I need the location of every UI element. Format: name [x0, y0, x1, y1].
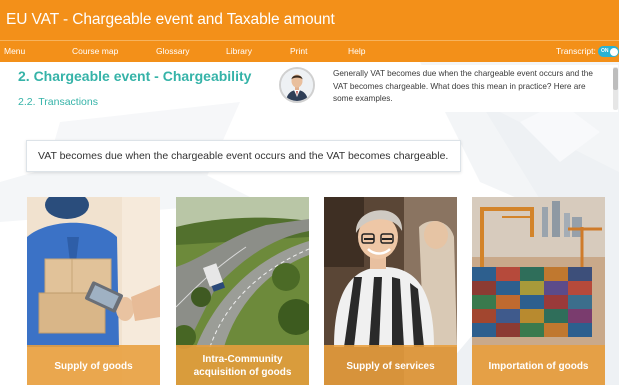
- transcript-toggle[interactable]: ON: [598, 46, 619, 57]
- card-label: Supply of goods: [54, 360, 133, 372]
- card-label: Importation of goods: [488, 360, 589, 372]
- app-title: EU VAT - Chargeable event and Taxable am…: [6, 11, 335, 28]
- transcript-scrollbar[interactable]: [613, 67, 618, 110]
- menu-item-print[interactable]: Print: [290, 46, 307, 57]
- card-label-band: Importation of goods: [472, 345, 605, 385]
- menu-item-menu[interactable]: Menu: [4, 46, 25, 57]
- card-label-band: Supply of services: [324, 345, 457, 385]
- menu-item-glossary[interactable]: Glossary: [156, 46, 190, 57]
- card-supply-of-goods[interactable]: Supply of goods: [27, 197, 160, 385]
- transcript-panel: Generally VAT becomes due when the charg…: [330, 65, 618, 112]
- card-supply-of-services[interactable]: Supply of services: [324, 197, 457, 385]
- menu-item-course-map[interactable]: Course map: [72, 46, 118, 57]
- menu-item-help[interactable]: Help: [348, 46, 365, 57]
- main-content: 2. Chargeable event - Chargeability 2.2.…: [0, 62, 619, 385]
- section-subtitle: 2.2. Transactions: [18, 96, 98, 108]
- toggle-knob: [610, 47, 618, 56]
- scrollbar-thumb[interactable]: [613, 68, 618, 90]
- transcript-label: Transcript:: [556, 46, 596, 56]
- card-label: Intra-Community acquisition of goods: [193, 354, 292, 378]
- statement-box: VAT becomes due when the chargeable even…: [26, 140, 461, 172]
- transcript-text: Generally VAT becomes due when the charg…: [333, 69, 593, 103]
- card-intra-community-acquisition[interactable]: Intra-Community acquisition of goods: [176, 197, 309, 385]
- title-bar: EU VAT - Chargeable event and Taxable am…: [0, 0, 619, 40]
- menu-bar: Menu Course map Glossary Library Print H…: [0, 40, 619, 62]
- toggle-state-text: ON: [601, 48, 609, 54]
- card-label-band: Supply of goods: [27, 345, 160, 385]
- section-title: 2. Chargeable event - Chargeability: [18, 68, 252, 84]
- card-label: Supply of services: [346, 360, 435, 372]
- menu-item-library[interactable]: Library: [226, 46, 252, 57]
- narrator-avatar: [279, 67, 315, 103]
- statement-text: VAT becomes due when the chargeable even…: [38, 150, 449, 162]
- card-label-band: Intra-Community acquisition of goods: [176, 345, 309, 385]
- card-importation-of-goods[interactable]: Importation of goods: [472, 197, 605, 385]
